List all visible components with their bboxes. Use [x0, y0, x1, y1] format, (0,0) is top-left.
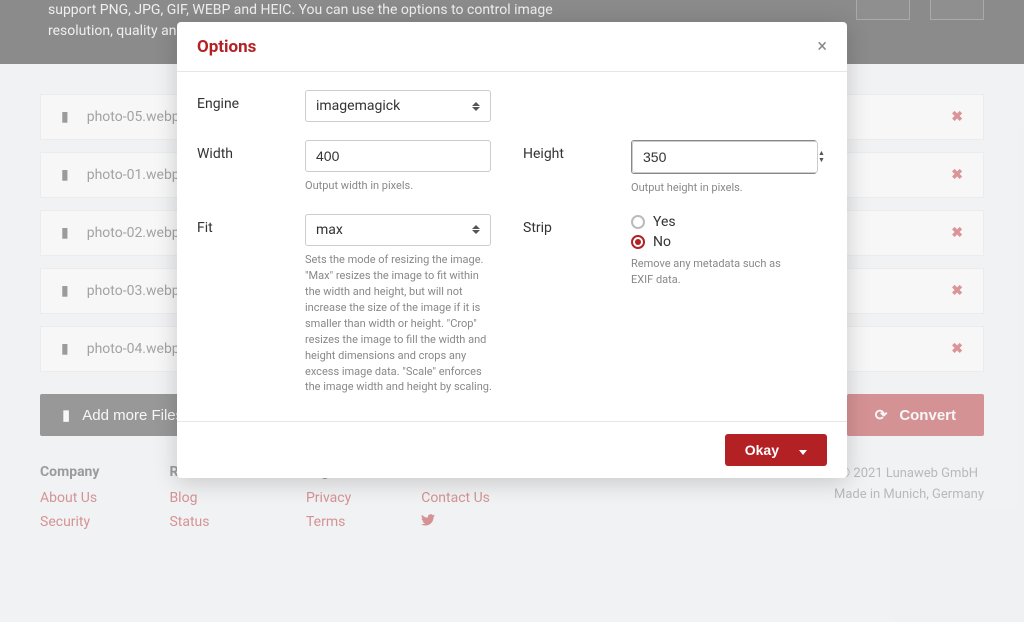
fit-label: Fit: [197, 214, 291, 395]
strip-radio-yes[interactable]: Yes: [631, 214, 827, 230]
height-step-down-icon[interactable]: ▼: [818, 157, 825, 164]
options-modal: Options × Engine imagemagick: [177, 22, 847, 478]
height-help: Output height in pixels.: [631, 180, 821, 196]
okay-label: Okay: [745, 442, 779, 458]
modal-body: Engine imagemagick Width Output wid: [177, 72, 847, 421]
height-label: Height: [523, 140, 617, 196]
radio-dot-icon: [631, 215, 645, 229]
modal-title: Options: [197, 37, 256, 57]
width-label: Width: [197, 140, 291, 196]
strip-help: Remove any metadata such as EXIF data.: [631, 256, 801, 288]
modal-header: Options ×: [177, 22, 847, 72]
height-input[interactable]: [632, 141, 818, 173]
strip-no-label: No: [653, 234, 671, 250]
strip-radio-group: Yes No: [631, 214, 827, 250]
fit-select[interactable]: max: [305, 214, 491, 246]
width-help: Output width in pixels.: [305, 178, 495, 194]
okay-button[interactable]: Okay: [725, 434, 827, 466]
radio-dot-icon: [631, 235, 645, 249]
modal-footer: Okay: [177, 421, 847, 478]
select-updown-icon: [472, 225, 480, 234]
engine-label: Engine: [197, 90, 291, 122]
strip-label: Strip: [523, 214, 617, 395]
engine-value: imagemagick: [316, 98, 400, 114]
close-icon[interactable]: ×: [817, 36, 827, 57]
fit-value: max: [316, 222, 343, 238]
engine-select[interactable]: imagemagick: [305, 90, 491, 122]
select-updown-icon: [472, 102, 480, 111]
height-input-wrapper: ▲ ▼: [631, 140, 817, 174]
strip-yes-label: Yes: [653, 214, 676, 230]
modal-overlay[interactable]: Options × Engine imagemagick: [0, 0, 1024, 622]
strip-radio-no[interactable]: No: [631, 234, 827, 250]
chevron-down-icon: [799, 442, 807, 458]
fit-help: Sets the mode of resizing the image. "Ma…: [305, 252, 495, 395]
width-input[interactable]: [305, 140, 491, 172]
